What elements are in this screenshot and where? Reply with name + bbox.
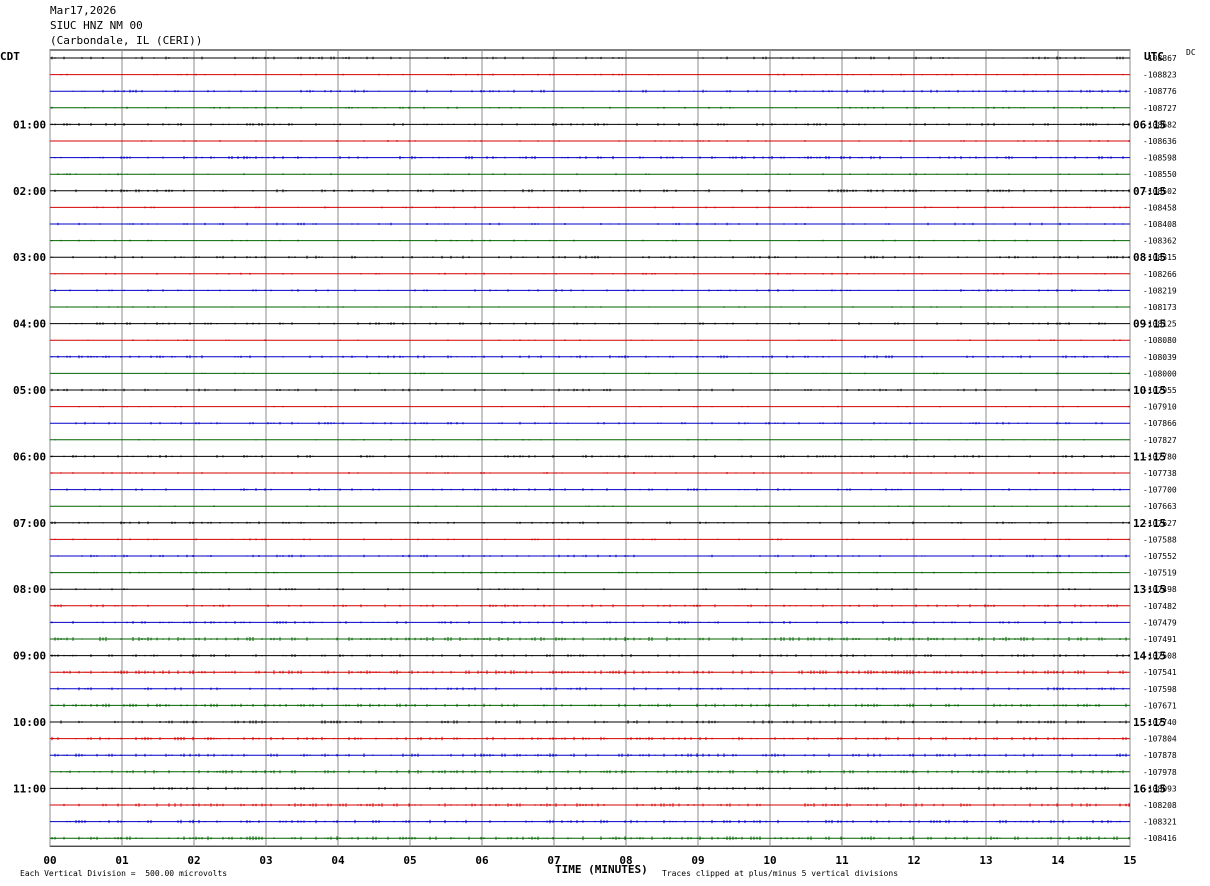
dc-offset-label-42: -107878 [1143,751,1177,760]
x-tick-label-06: 06 [475,854,489,867]
cdt-hour-label-5: 06:00 [13,450,46,463]
dc-offset-label-11: -108362 [1143,237,1177,246]
x-tick-label-01: 01 [115,854,129,867]
dc-offset-label-26: -107700 [1143,486,1177,495]
dc-offset-label-5: -108636 [1143,137,1177,146]
dc-offset-label-14: -108219 [1143,286,1177,295]
dc-offset-label-9: -108458 [1143,203,1177,212]
dc-offset-label-6: -108598 [1143,154,1177,163]
seismogram-plot: -108867-108823-108776-108727-108682-1086… [13,49,1177,867]
x-tick-label-02: 02 [187,854,200,867]
x-tick-label-13: 13 [979,854,992,867]
dc-offset-label-25: -107738 [1143,469,1177,478]
utc-hour-label-7: 13:15 [1133,583,1166,596]
x-tick-label-11: 11 [835,854,849,867]
utc-hour-label-0: 06:15 [1133,118,1166,131]
dc-offset-label-17: -108080 [1143,336,1177,345]
scale-note: Each Vertical Division = 500.00 microvol… [20,869,228,878]
x-tick-label-03: 03 [259,854,272,867]
dc-offset-label-13: -108266 [1143,270,1177,279]
cdt-hour-label-7: 08:00 [13,583,46,596]
x-axis-title: TIME (MINUTES) [555,863,648,876]
dc-offset-label-3: -108727 [1143,104,1177,113]
cdt-hour-label-9: 10:00 [13,716,46,729]
dc-offset-label-31: -107519 [1143,569,1177,578]
dc-offset-label-0: -108867 [1143,54,1177,63]
dc-offset-label-29: -107588 [1143,535,1177,544]
x-tick-label-12: 12 [907,854,920,867]
dc-offset-label-41: -107804 [1143,735,1177,744]
dc-offset-label-39: -107671 [1143,701,1177,710]
cdt-hour-label-0: 01:00 [13,118,46,131]
dc-offset-label-2: -108776 [1143,87,1177,96]
utc-hour-label-1: 07:15 [1133,185,1166,198]
cdt-hour-label-1: 02:00 [13,185,46,198]
cdt-hour-label-4: 05:00 [13,384,46,397]
utc-hour-label-10: 16:15 [1133,782,1166,795]
x-tick-label-09: 09 [691,854,704,867]
x-tick-label-14: 14 [1051,854,1065,867]
utc-hour-label-4: 10:15 [1133,384,1166,397]
utc-hour-label-8: 14:15 [1133,650,1166,663]
utc-hour-label-5: 11:15 [1133,450,1166,463]
dc-offset-label-1: -108823 [1143,71,1177,80]
dc-offset-label-15: -108173 [1143,303,1177,312]
dc-offset-label-38: -107598 [1143,685,1177,694]
dc-offset-label-30: -107552 [1143,552,1177,561]
dc-offset-label-22: -107866 [1143,419,1177,428]
cdt-hour-label-10: 11:00 [13,782,46,795]
dc-offset-label-46: -108321 [1143,818,1177,827]
dc-offset-label-47: -108416 [1143,834,1177,843]
clip-note: Traces clipped at plus/minus 5 vertical … [662,869,899,878]
utc-hour-label-3: 09:15 [1133,318,1166,331]
x-tick-label-15: 15 [1123,854,1136,867]
utc-hour-label-9: 15:15 [1133,716,1166,729]
dc-offset-label-7: -108550 [1143,170,1177,179]
dc-offset-label-21: -107910 [1143,403,1177,412]
cdt-hour-label-2: 03:00 [13,251,46,264]
plot-frame [49,49,1131,847]
dc-offset-label-45: -108208 [1143,801,1177,810]
dc-offset-label-37: -107541 [1143,668,1177,677]
cdt-hour-label-3: 04:00 [13,318,46,331]
dc-offset-label-10: -108408 [1143,220,1177,229]
dc-offset-label-33: -107482 [1143,602,1177,611]
x-tick-label-04: 04 [331,854,345,867]
dc-offset-label-19: -108000 [1143,369,1177,378]
dc-offset-label-18: -108039 [1143,353,1177,362]
cdt-hour-label-8: 09:00 [13,650,46,663]
dc-offset-label-35: -107491 [1143,635,1177,644]
dc-offset-label-23: -107827 [1143,436,1177,445]
cdt-hour-label-6: 07:00 [13,517,46,530]
dc-offset-label-34: -107479 [1143,618,1177,627]
x-tick-label-10: 10 [763,854,776,867]
dc-offset-label-43: -107978 [1143,768,1177,777]
x-tick-label-00: 00 [43,854,56,867]
utc-hour-label-6: 12:15 [1133,517,1166,530]
dc-offset-label-27: -107663 [1143,502,1177,511]
utc-hour-label-2: 08:15 [1133,251,1166,264]
x-tick-label-05: 05 [403,854,416,867]
